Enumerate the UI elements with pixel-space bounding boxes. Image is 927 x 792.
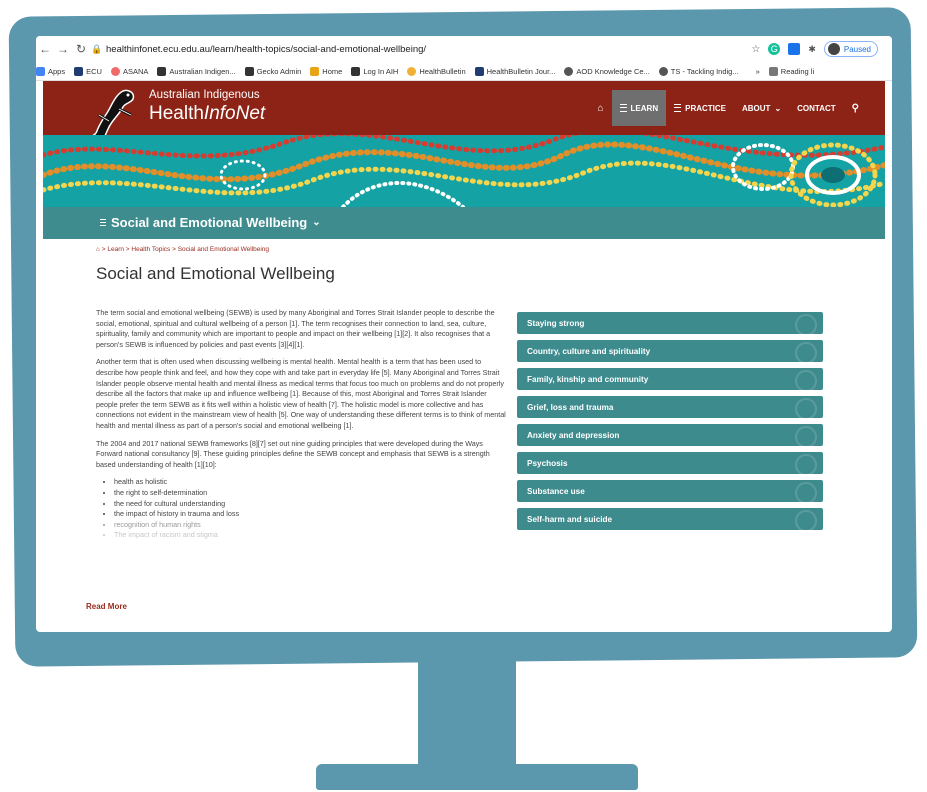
principles-list: health as holistic the right to self-det… xyxy=(96,477,508,541)
menu-icon xyxy=(100,219,106,226)
nav-search[interactable]: ⚲ xyxy=(844,90,867,126)
bookmark-asana[interactable]: ASANA xyxy=(110,66,148,76)
swirl-icon xyxy=(795,482,817,502)
section-dropdown[interactable]: Social and Emotional Wellbeing ⌄ xyxy=(100,215,321,230)
article-paragraph-2: Another term that is often used when dis… xyxy=(96,357,506,430)
swirl-icon xyxy=(795,314,817,334)
bookmark-gecko-admin[interactable]: Gecko Admin xyxy=(244,66,301,76)
topic-staying-strong[interactable]: Staying strong xyxy=(517,312,823,334)
healthbulletin-icon xyxy=(407,66,417,76)
article-paragraph-1: The term social and emotional wellbeing … xyxy=(96,308,495,349)
topic-list: Staying strong Country, culture and spir… xyxy=(517,312,823,536)
star-icon[interactable]: ☆ xyxy=(751,44,760,55)
list-item: recognition of human rights xyxy=(114,520,508,531)
swirl-icon xyxy=(795,342,817,362)
site-header: Australian Indigenous HealthInfoNet ⌂ LE… xyxy=(43,81,885,156)
breadcrumb: ⌂ > Learn > Health Topics > Social and E… xyxy=(96,246,269,253)
topic-country-culture[interactable]: Country, culture and spirituality xyxy=(517,340,823,362)
browser-toolbar: ← → ↻ 🔒 healthinfonet.ecu.edu.au/learn/h… xyxy=(36,36,892,62)
globe-icon xyxy=(658,66,668,76)
topic-grief-loss[interactable]: Grief, loss and trauma xyxy=(517,396,823,418)
bookmark-tackling-indig[interactable]: TS - Tackling Indig... xyxy=(658,66,739,76)
swirl-icon xyxy=(795,510,817,530)
gecko-icon xyxy=(157,66,167,76)
list-item: health as holistic xyxy=(114,477,508,488)
read-more-link[interactable]: Read More xyxy=(86,602,127,611)
search-icon: ⚲ xyxy=(851,102,859,114)
reading-list[interactable]: Reading li xyxy=(768,66,814,76)
nav-learn[interactable]: LEARN xyxy=(611,90,667,126)
logo-text-line1[interactable]: Australian Indigenous xyxy=(149,89,260,101)
section-bar: Social and Emotional Wellbeing ⌄ xyxy=(43,207,885,239)
monitor-stand-neck xyxy=(418,660,516,772)
extension-icon[interactable] xyxy=(788,43,801,55)
article-paragraph-3: The 2004 and 2017 national SEWB framewor… xyxy=(96,438,490,469)
reading-list-icon xyxy=(768,66,778,76)
forward-icon[interactable]: → xyxy=(54,42,72,56)
nav-contact[interactable]: CONTACT xyxy=(789,90,844,126)
dot-art-pattern xyxy=(43,135,885,207)
dot-art-banner xyxy=(43,135,885,207)
bookmark-login-aih[interactable]: Log In AIH xyxy=(351,66,398,76)
profile-status: Paused xyxy=(843,44,871,54)
bookmark-ecu[interactable]: ECU xyxy=(74,66,102,76)
article-body: The term social and emotional wellbeing … xyxy=(96,308,508,541)
nav-practice[interactable]: PRACTICE xyxy=(666,90,734,126)
bookmark-apps[interactable]: Apps xyxy=(36,66,65,76)
bookmark-healthbulletin[interactable]: HealthBulletin xyxy=(407,66,466,76)
topic-psychosis[interactable]: Psychosis xyxy=(517,452,823,474)
avatar xyxy=(827,43,840,55)
menu-icon xyxy=(674,104,682,112)
address-bar[interactable]: healthinfonet.ecu.edu.au/learn/health-to… xyxy=(106,44,426,55)
globe-icon xyxy=(564,66,574,76)
bookmark-healthbulletin-journal[interactable]: HealthBulletin Jour... xyxy=(474,66,555,76)
chevron-down-icon: ⌄ xyxy=(774,103,782,113)
monitor-stand-base xyxy=(316,764,638,790)
swirl-icon xyxy=(795,398,817,418)
main-nav: ⌂ LEARN PRACTICE ABOUT ⌄ CONTACT ⚲ xyxy=(590,81,868,135)
nav-home[interactable]: ⌂ xyxy=(590,90,612,126)
gecko-icon xyxy=(244,66,254,76)
apps-icon xyxy=(36,66,45,76)
home-icon: ⌂ xyxy=(597,102,604,114)
home-icon[interactable]: ⌂ xyxy=(96,246,100,253)
swirl-icon xyxy=(795,426,817,446)
bookmark-aod-knowledge[interactable]: AOD Knowledge Ce... xyxy=(564,66,650,76)
logo-text-line2[interactable]: HealthInfoNet xyxy=(149,103,265,125)
bookmark-home[interactable]: Home xyxy=(310,66,342,76)
lock-icon[interactable]: 🔒 xyxy=(90,44,104,55)
page-title: Social and Emotional Wellbeing xyxy=(96,264,335,283)
reload-icon[interactable]: ↻ xyxy=(72,42,90,56)
monitor-screen: ← → ↻ 🔒 healthinfonet.ecu.edu.au/learn/h… xyxy=(36,36,892,632)
browser-actions: ☆ G ✱ Paused xyxy=(751,41,878,57)
topic-substance-use[interactable]: Substance use xyxy=(517,480,823,502)
topic-self-harm[interactable]: Self-harm and suicide xyxy=(517,508,823,530)
swirl-icon xyxy=(795,370,817,390)
bookmarks-overflow[interactable]: » xyxy=(756,67,760,76)
ecu-icon xyxy=(74,66,84,76)
grammarly-icon[interactable]: G xyxy=(768,43,781,55)
chevron-down-icon: ⌄ xyxy=(312,217,321,228)
list-item: the need for cultural understanding xyxy=(114,499,508,510)
list-item: The impact of racism and stigma xyxy=(114,530,508,541)
list-item: the impact of history in trauma and loss xyxy=(114,509,508,520)
topic-anxiety-depression[interactable]: Anxiety and depression xyxy=(517,424,823,446)
profile-button[interactable]: Paused xyxy=(823,41,878,57)
bookmarks-bar: Apps ECU ASANA Australian Indigen... Gec… xyxy=(36,62,892,81)
back-icon[interactable]: ← xyxy=(36,42,54,56)
section-title: Social and Emotional Wellbeing xyxy=(111,215,308,230)
menu-icon xyxy=(619,104,627,112)
ecu-icon xyxy=(474,66,484,76)
asana-icon xyxy=(110,66,120,76)
puzzle-icon[interactable]: ✱ xyxy=(808,44,816,55)
gecko-icon xyxy=(351,66,361,76)
nav-about[interactable]: ABOUT ⌄ xyxy=(734,90,789,126)
list-item: the right to self-determination xyxy=(114,488,508,499)
topic-family-kinship[interactable]: Family, kinship and community xyxy=(517,368,823,390)
bookmark-australian-indigen[interactable]: Australian Indigen... xyxy=(157,66,236,76)
swirl-icon xyxy=(795,454,817,474)
home-bookmark-icon xyxy=(310,66,320,76)
